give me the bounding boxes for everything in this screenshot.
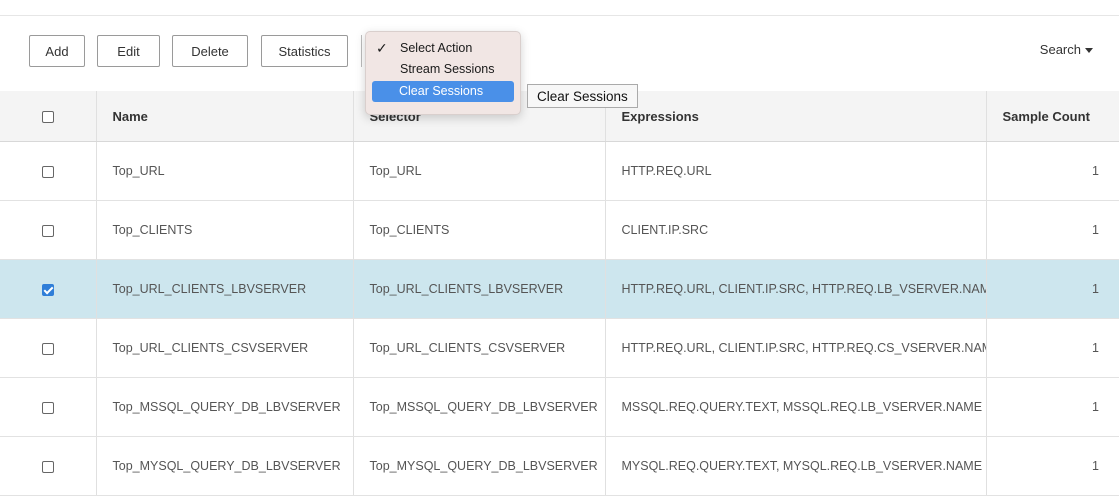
cell-name: Top_URL_CLIENTS_LBVSERVER bbox=[95, 259, 353, 319]
row-checkbox[interactable] bbox=[41, 224, 54, 237]
cell-selector: Top_URL bbox=[352, 141, 605, 201]
cell-sample-count: 1 bbox=[985, 259, 1119, 319]
cell-sample-count: 1 bbox=[985, 141, 1119, 201]
statistics-button[interactable]: Statistics bbox=[261, 35, 348, 67]
row-checkbox-cell bbox=[0, 318, 96, 378]
cell-selector: Top_URL_CLIENTS_LBVSERVER bbox=[352, 259, 605, 319]
cell-expressions: MYSQL.REQ.QUERY.TEXT, MYSQL.REQ.LB_VSERV… bbox=[604, 436, 986, 496]
row-checkbox-cell bbox=[0, 259, 96, 319]
row-checkbox-cell bbox=[0, 141, 96, 201]
column-header-sample-count[interactable]: Sample Count bbox=[985, 91, 1119, 142]
cell-selector: Top_URL_CLIENTS_CSVSERVER bbox=[352, 318, 605, 378]
cell-sample-count: 1 bbox=[985, 200, 1119, 260]
table-row[interactable]: Top_URL Top_URL HTTP.REQ.URL 1 bbox=[0, 141, 1119, 201]
toolbar: Add Edit Delete Statistics Search bbox=[0, 15, 1119, 91]
row-checkbox[interactable] bbox=[41, 342, 54, 355]
column-header-expressions[interactable]: Expressions bbox=[604, 91, 986, 142]
checkmark-icon: ✓ bbox=[376, 40, 388, 56]
cell-expressions: HTTP.REQ.URL, CLIENT.IP.SRC, HTTP.REQ.LB… bbox=[604, 259, 986, 319]
table-row[interactable]: Top_MSSQL_QUERY_DB_LBVSERVER Top_MSSQL_QU… bbox=[0, 377, 1119, 437]
cell-sample-count: 1 bbox=[985, 377, 1119, 437]
cell-selector: Top_MSSQL_QUERY_DB_LBVSERVER bbox=[352, 377, 605, 437]
add-button[interactable]: Add bbox=[29, 35, 85, 67]
cell-expressions: HTTP.REQ.URL, CLIENT.IP.SRC, HTTP.REQ.CS… bbox=[604, 318, 986, 378]
menu-item-label: Stream Sessions bbox=[400, 62, 495, 76]
search-dropdown[interactable]: Search bbox=[1040, 42, 1093, 57]
cell-selector: Top_CLIENTS bbox=[352, 200, 605, 260]
menu-item-clear-sessions[interactable]: Clear Sessions bbox=[372, 81, 514, 102]
cell-expressions: MSSQL.REQ.QUERY.TEXT, MSSQL.REQ.LB_VSERV… bbox=[604, 377, 986, 437]
cell-selector: Top_MYSQL_QUERY_DB_LBVSERVER bbox=[352, 436, 605, 496]
cell-name: Top_URL_CLIENTS_CSVSERVER bbox=[95, 318, 353, 378]
row-checkbox-cell bbox=[0, 200, 96, 260]
menu-item-label: Select Action bbox=[400, 41, 473, 55]
row-checkbox[interactable] bbox=[41, 460, 54, 473]
action-select-edge[interactable] bbox=[361, 35, 362, 67]
cell-name: Top_URL bbox=[95, 141, 353, 201]
cell-name: Top_MYSQL_QUERY_DB_LBVSERVER bbox=[95, 436, 353, 496]
cell-sample-count: 1 bbox=[985, 436, 1119, 496]
edit-button[interactable]: Edit bbox=[97, 35, 160, 67]
caret-down-icon bbox=[1085, 48, 1093, 53]
menu-item-select-action[interactable]: ✓ Select Action bbox=[366, 38, 520, 59]
table-row[interactable]: Top_URL_CLIENTS_LBVSERVER Top_URL_CLIENTS… bbox=[0, 259, 1119, 319]
cell-name: Top_CLIENTS bbox=[95, 200, 353, 260]
search-label: Search bbox=[1039, 42, 1081, 57]
row-checkbox[interactable] bbox=[41, 283, 54, 296]
data-table: Name Selector Expressions Sample Count T… bbox=[0, 91, 1119, 496]
cell-expressions: HTTP.REQ.URL bbox=[604, 141, 986, 201]
action-dropdown-menu: ✓ Select Action Stream Sessions Clear Se… bbox=[365, 31, 521, 115]
cell-name: Top_MSSQL_QUERY_DB_LBVSERVER bbox=[95, 377, 353, 437]
table-row[interactable]: Top_URL_CLIENTS_CSVSERVER Top_URL_CLIENTS… bbox=[0, 318, 1119, 378]
select-all-cell bbox=[0, 91, 96, 142]
table-row[interactable]: Top_CLIENTS Top_CLIENTS CLIENT.IP.SRC 1 bbox=[0, 200, 1119, 260]
table-row[interactable]: Top_MYSQL_QUERY_DB_LBVSERVER Top_MYSQL_QU… bbox=[0, 436, 1119, 496]
cell-sample-count: 1 bbox=[985, 318, 1119, 378]
row-checkbox-cell bbox=[0, 436, 96, 496]
row-checkbox[interactable] bbox=[41, 165, 54, 178]
select-all-checkbox[interactable] bbox=[41, 111, 54, 124]
delete-button[interactable]: Delete bbox=[172, 35, 248, 67]
menu-item-stream-sessions[interactable]: Stream Sessions bbox=[366, 59, 520, 80]
tooltip: Clear Sessions bbox=[527, 84, 638, 108]
column-header-name[interactable]: Name bbox=[95, 91, 353, 142]
menu-item-label: Clear Sessions bbox=[399, 84, 484, 98]
row-checkbox-cell bbox=[0, 377, 96, 437]
row-checkbox[interactable] bbox=[41, 401, 54, 414]
cell-expressions: CLIENT.IP.SRC bbox=[604, 200, 986, 260]
